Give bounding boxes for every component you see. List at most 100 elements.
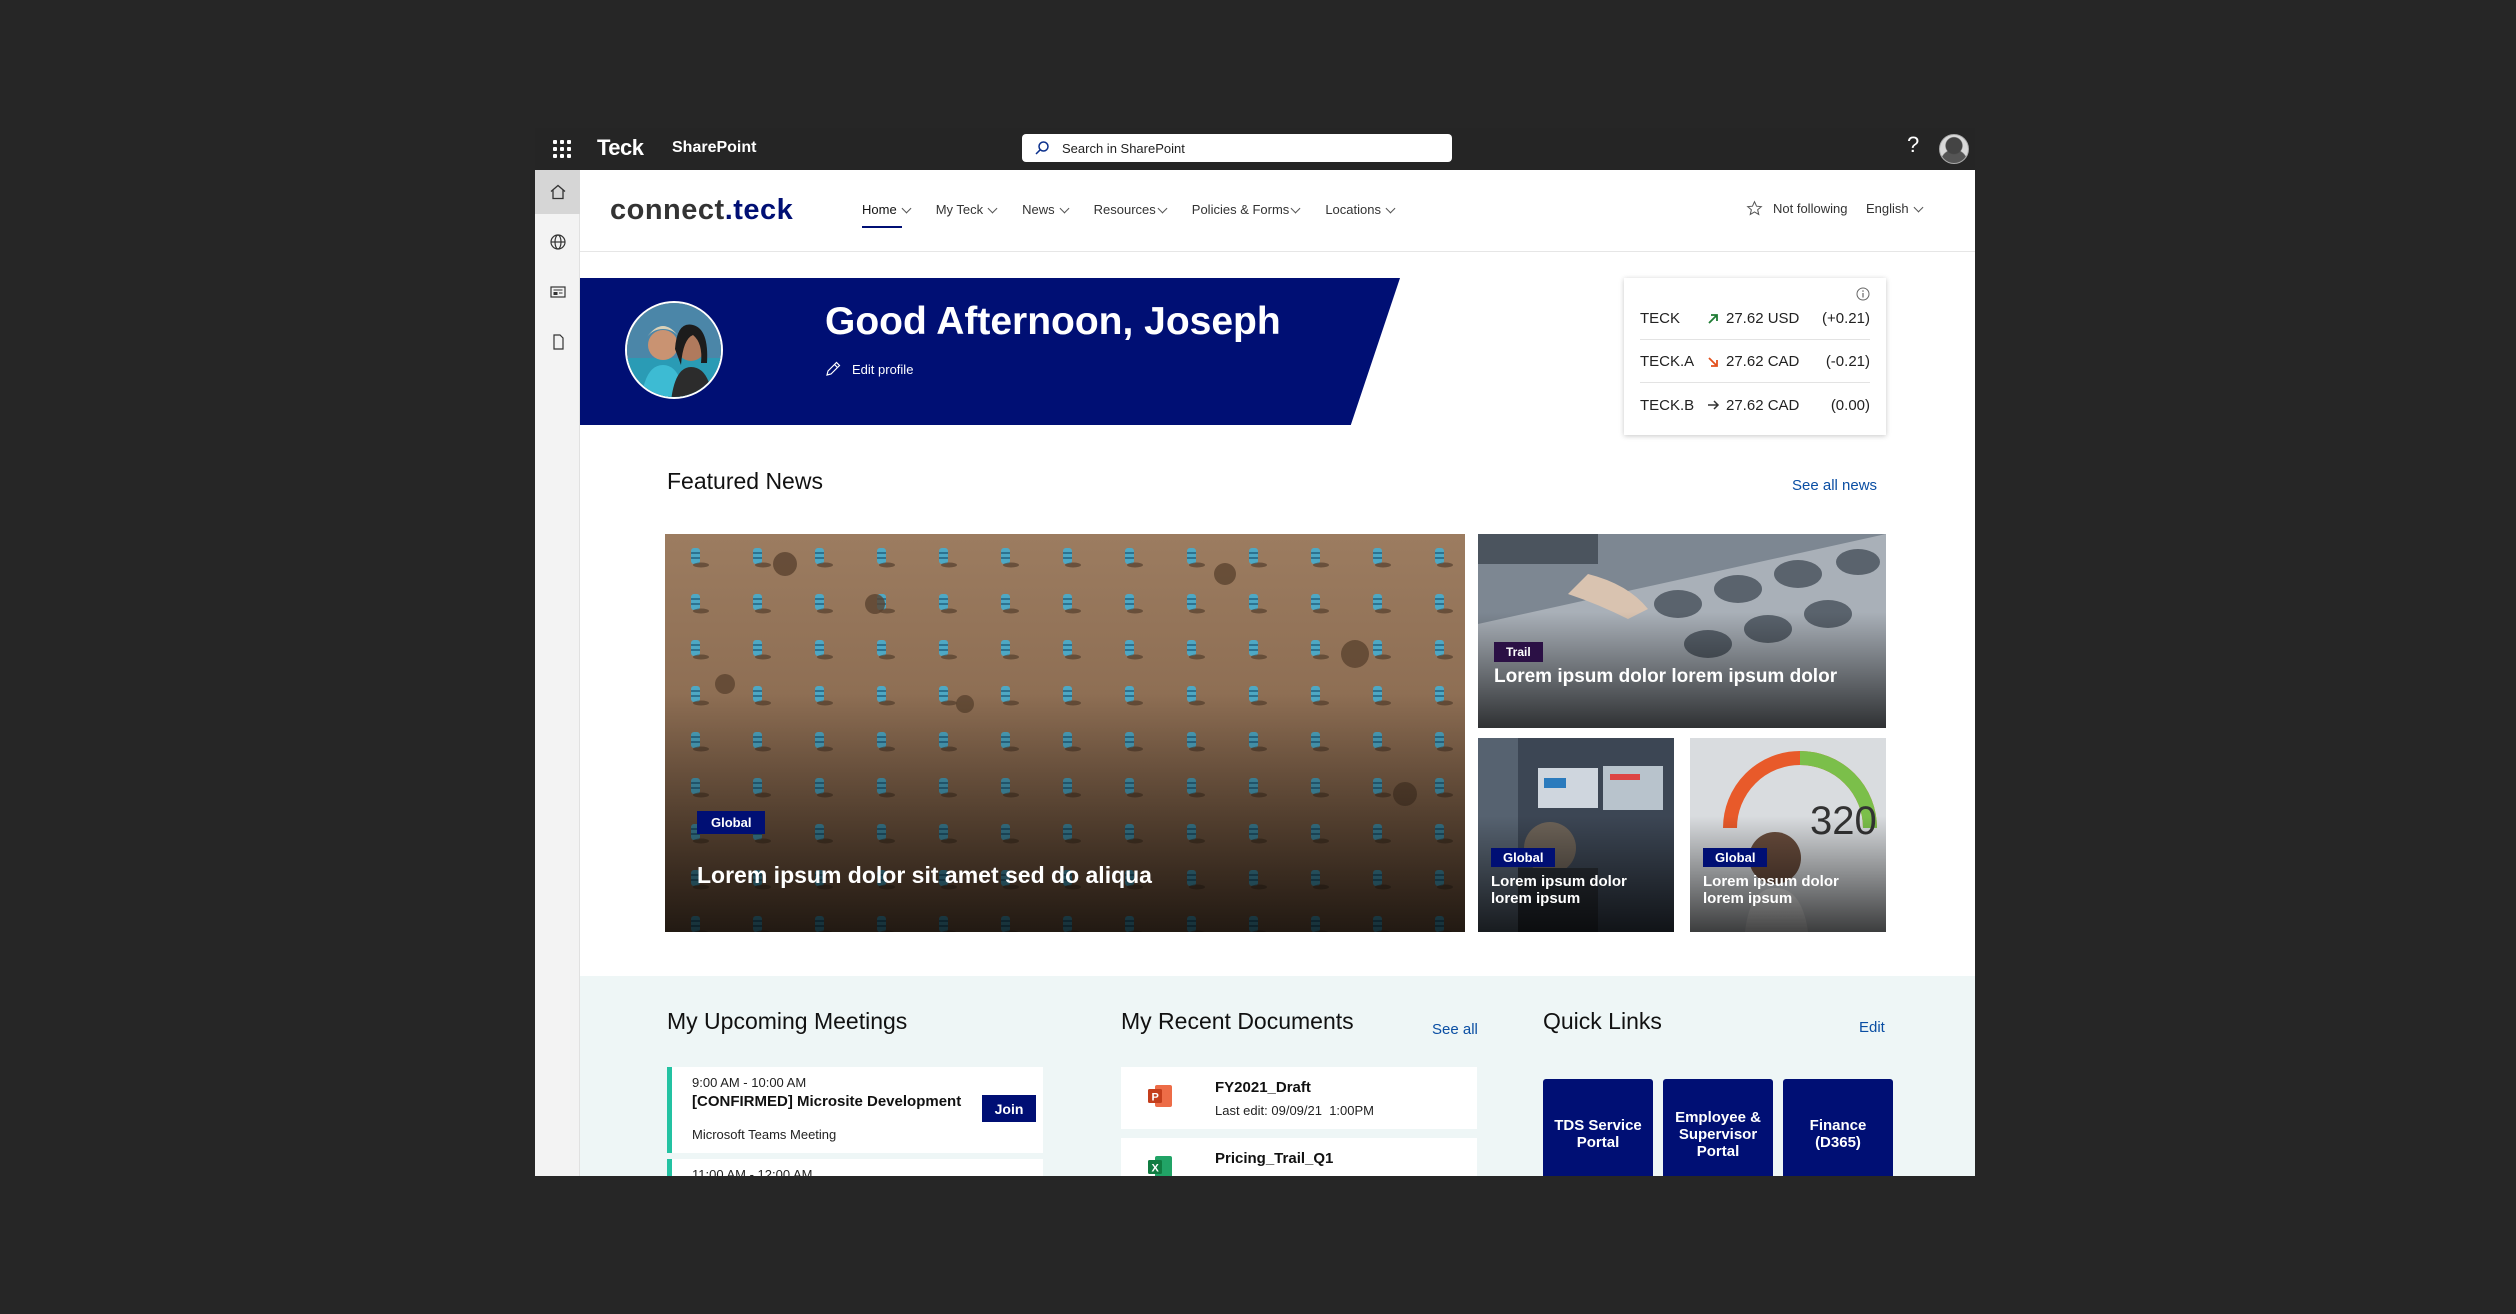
news-tag: Trail: [1494, 642, 1543, 662]
nav-news-label: News: [1022, 202, 1055, 217]
nav-locations-label: Locations: [1325, 202, 1381, 217]
nav-news[interactable]: News: [1022, 202, 1070, 217]
join-meeting-button[interactable]: Join: [982, 1095, 1036, 1122]
arrow-right-icon: [1706, 398, 1726, 412]
meeting-card[interactable]: 9:00 AM - 10:00 AM [CONFIRMED] Microsite…: [667, 1067, 1043, 1153]
language-label: English: [1866, 201, 1909, 216]
meeting-card[interactable]: 11:00 AM - 12:00 AM: [667, 1159, 1043, 1176]
document-name: Pricing_Trail_Q1: [1215, 1150, 1334, 1167]
logo-text-left: connect: [610, 194, 725, 226]
powerpoint-icon: P: [1148, 1085, 1172, 1107]
search-input[interactable]: [1062, 140, 1422, 156]
nav-home-label: Home: [862, 202, 897, 217]
nav-resources[interactable]: Resources: [1094, 202, 1168, 217]
quick-link-tds-service-portal[interactable]: TDS Service Portal: [1543, 1079, 1653, 1176]
suite-bar: Teck SharePoint ?: [535, 128, 1975, 170]
news-tile-control-room[interactable]: Global Lorem ipsum dolor lorem ipsum: [1478, 738, 1674, 932]
home-icon[interactable]: [535, 170, 580, 214]
sharepoint-window: Teck SharePoint ? connect.teck Home My T…: [535, 128, 1975, 1176]
document-item[interactable]: X Pricing_Trail_Q1: [1121, 1138, 1477, 1176]
nav-my-teck[interactable]: My Teck: [935, 202, 998, 217]
gradient-overlay: [665, 693, 1465, 932]
search-box[interactable]: [1022, 134, 1452, 162]
sharepoint-app-name[interactable]: SharePoint: [672, 139, 756, 157]
stock-symbol: TECK.B: [1640, 396, 1695, 414]
chevron-down-icon: [987, 203, 998, 214]
arrow-up-right-icon: [1706, 312, 1726, 326]
featured-news-heading: Featured News: [667, 468, 823, 494]
logo-text-right: teck: [733, 194, 794, 226]
stock-price: 27.62 USD: [1726, 310, 1800, 327]
see-all-documents-link[interactable]: See all: [1432, 1021, 1478, 1038]
arrow-down-right-icon: [1706, 355, 1726, 369]
stock-row-teck: TECK 27.62 USD (+0.21): [1640, 298, 1870, 340]
stock-price: 27.62 CAD: [1726, 396, 1800, 414]
nav-locations[interactable]: Locations: [1325, 202, 1396, 217]
account-avatar[interactable]: [1939, 134, 1969, 164]
nav-policies-forms-label: Policies & Forms: [1191, 202, 1290, 217]
news-tile-gauge[interactable]: 320 Global Lorem ipsum dolor lorem ipsum: [1690, 738, 1886, 932]
nav-my-teck-label: My Teck: [935, 202, 984, 217]
edit-quick-links-link[interactable]: Edit: [1859, 1019, 1885, 1036]
chevron-down-icon: [1913, 202, 1924, 213]
stock-row-teck-b: TECK.B 27.62 CAD (0.00): [1640, 384, 1870, 426]
upcoming-meetings-heading: My Upcoming Meetings: [667, 1008, 908, 1034]
stock-change: (0.00): [1830, 396, 1870, 414]
language-selector[interactable]: English: [1866, 201, 1924, 216]
document-last-edit: Last edit: 09/09/21 1:00PM: [1215, 1103, 1374, 1118]
connect-teck-logo[interactable]: connect.teck: [610, 194, 793, 227]
stock-symbol: TECK: [1640, 310, 1681, 327]
edit-profile-label: Edit profile: [852, 361, 914, 377]
meeting-time: 11:00 AM - 12:00 AM: [692, 1167, 813, 1176]
teck-brand-logo[interactable]: Teck: [597, 135, 644, 161]
quick-link-finance-d365[interactable]: Finance (D365): [1783, 1079, 1893, 1176]
pencil-icon: [826, 361, 841, 376]
stock-row-teck-a: TECK.A 27.62 CAD (-0.21): [1640, 341, 1870, 383]
edit-profile-link[interactable]: Edit profile: [824, 360, 913, 378]
left-app-bar: [535, 170, 580, 1176]
search-icon: [1035, 141, 1049, 155]
logo-dot: .: [724, 194, 734, 226]
meeting-location: Microsoft Teams Meeting: [692, 1127, 837, 1142]
chevron-down-icon: [1290, 203, 1301, 214]
stock-change: (-0.21): [1825, 353, 1870, 370]
stock-ticker-card: TECK 27.62 USD (+0.21) TECK.A 27.62 CAD …: [1624, 278, 1886, 435]
meeting-subject: [CONFIRMED] Microsite Development: [692, 1093, 962, 1110]
document-item[interactable]: P FY2021_Draft Last edit: 09/09/21 1:00P…: [1121, 1067, 1477, 1129]
chevron-down-icon: [1059, 203, 1070, 214]
chevron-down-icon: [1385, 203, 1396, 214]
help-icon[interactable]: ?: [1907, 132, 1919, 158]
svg-text:P: P: [1152, 1092, 1159, 1104]
see-all-news-link[interactable]: See all news: [1792, 477, 1877, 494]
globe-icon[interactable]: [535, 220, 580, 264]
news-tag: Global: [1491, 848, 1556, 867]
quick-link-employee-supervisor-portal[interactable]: Employee & Supervisor Portal: [1663, 1079, 1773, 1176]
excel-icon: X: [1148, 1156, 1172, 1176]
news-title: Lorem ipsum dolor lorem ipsum: [1491, 873, 1627, 907]
quick-links-heading: Quick Links: [1543, 1008, 1662, 1034]
greeting-heading: Good Afternoon, Joseph: [825, 300, 1281, 343]
page-icon[interactable]: [535, 320, 580, 364]
app-launcher-icon[interactable]: [553, 140, 571, 158]
follow-button[interactable]: Not following: [1746, 200, 1847, 217]
news-title: Lorem ipsum dolor sit amet sed do aliqua: [697, 862, 1152, 888]
chevron-down-icon: [901, 203, 912, 214]
follow-label: Not following: [1773, 201, 1848, 216]
news-tag: Global: [697, 811, 766, 834]
news-icon[interactable]: [535, 270, 580, 314]
news-tile-main[interactable]: Global Lorem ipsum dolor sit amet sed do…: [665, 534, 1465, 932]
svg-text:X: X: [1152, 1163, 1160, 1175]
stock-price: 27.62 CAD: [1726, 353, 1800, 370]
meeting-time: 9:00 AM - 10:00 AM: [692, 1075, 807, 1090]
stock-symbol: TECK.A: [1640, 353, 1695, 370]
news-title: Lorem ipsum dolor lorem ipsum: [1703, 873, 1839, 907]
top-navigation: Home My Teck News Resources Policies & F…: [862, 202, 1420, 228]
recent-documents-heading: My Recent Documents: [1121, 1008, 1354, 1034]
news-title: Lorem ipsum dolor lorem ipsum dolor: [1494, 666, 1838, 687]
news-tile-trail[interactable]: Trail Lorem ipsum dolor lorem ipsum dolo…: [1478, 534, 1886, 728]
stock-change: (+0.21): [1822, 310, 1870, 327]
news-tag: Global: [1703, 848, 1768, 867]
document-name: FY2021_Draft: [1215, 1079, 1311, 1096]
nav-home[interactable]: Home: [862, 202, 912, 228]
nav-policies-forms[interactable]: Policies & Forms: [1191, 202, 1301, 217]
